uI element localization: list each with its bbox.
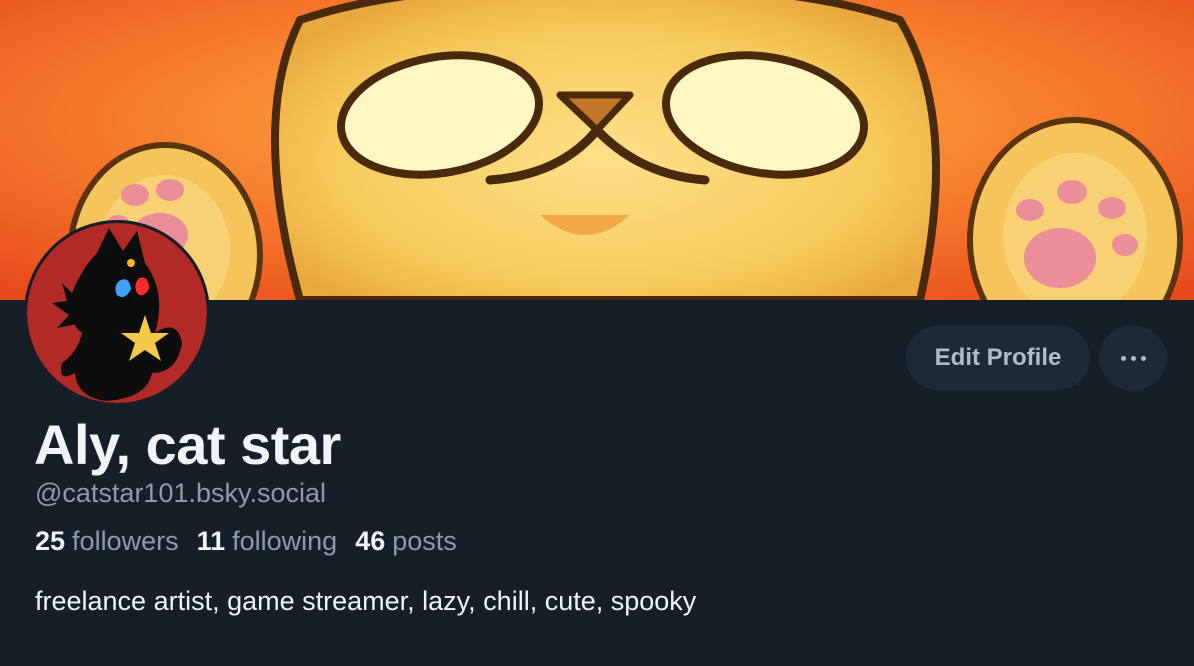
edit-profile-button[interactable]: Edit Profile	[906, 325, 1090, 390]
avatar[interactable]	[24, 220, 210, 406]
followers-count: 25	[35, 526, 66, 556]
following-label: following	[232, 526, 338, 556]
posts-stat: 46 posts	[355, 524, 457, 558]
cat-avatar-image	[27, 223, 207, 403]
profile-bio: freelance artist, game streamer, lazy, c…	[35, 586, 697, 616]
following-link[interactable]: 11 following	[197, 524, 338, 558]
following-count: 11	[196, 526, 226, 556]
followers-link[interactable]: 25 followers	[35, 524, 179, 558]
posts-count: 46	[355, 526, 386, 556]
more-options-icon	[1120, 355, 1146, 361]
more-options-button[interactable]	[1099, 325, 1167, 391]
profile-stats: 25 followers 11 following 46 posts	[35, 524, 457, 558]
posts-label: posts	[392, 526, 457, 556]
edit-profile-label: Edit Profile	[934, 343, 1062, 371]
profile-handle: @catstar101.bsky.social	[35, 478, 327, 508]
display-name: Aly, cat star	[34, 413, 341, 476]
followers-label: followers	[72, 526, 179, 556]
